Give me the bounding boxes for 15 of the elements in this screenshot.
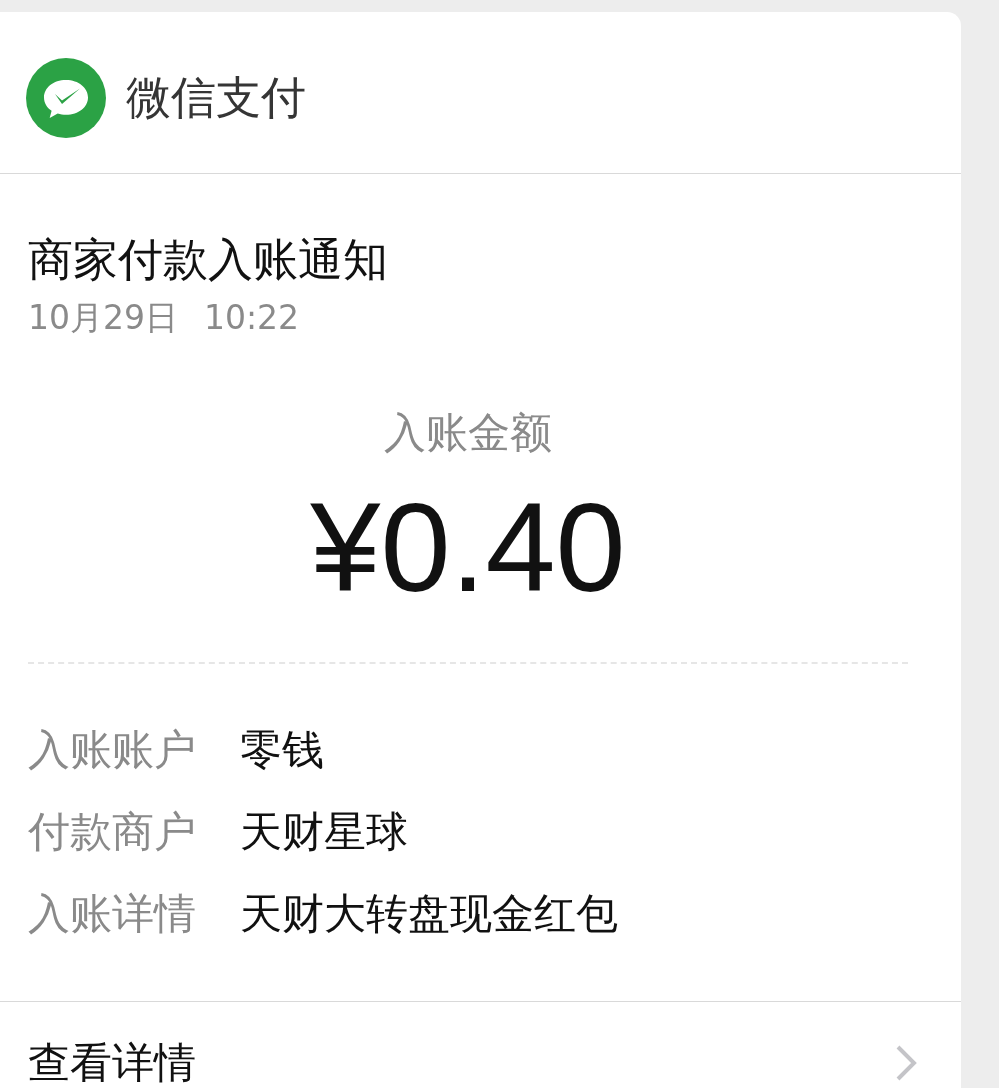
detail-value: 零钱 <box>240 724 324 776</box>
chevron-right-icon <box>895 1044 917 1082</box>
app-title: 微信支付 <box>126 70 306 126</box>
amount-value: ¥0.40 <box>310 483 626 613</box>
notice-time: 10:22 <box>204 298 300 338</box>
notice-title: 商家付款入账通知 <box>28 232 389 288</box>
detail-value: 天财大转盘现金红包 <box>240 888 618 940</box>
view-details-link[interactable]: 查看详情 <box>28 1040 196 1086</box>
detail-label: 入账账户 <box>28 724 197 776</box>
notice-date: 10月29日 <box>28 298 178 338</box>
detail-value: 天财星球 <box>240 806 408 858</box>
amount-label: 入账金额 <box>384 408 552 458</box>
chat-bubble-check-logo-icon <box>26 58 106 138</box>
detail-label: 入账详情 <box>28 888 197 940</box>
detail-label: 付款商户 <box>28 806 197 858</box>
